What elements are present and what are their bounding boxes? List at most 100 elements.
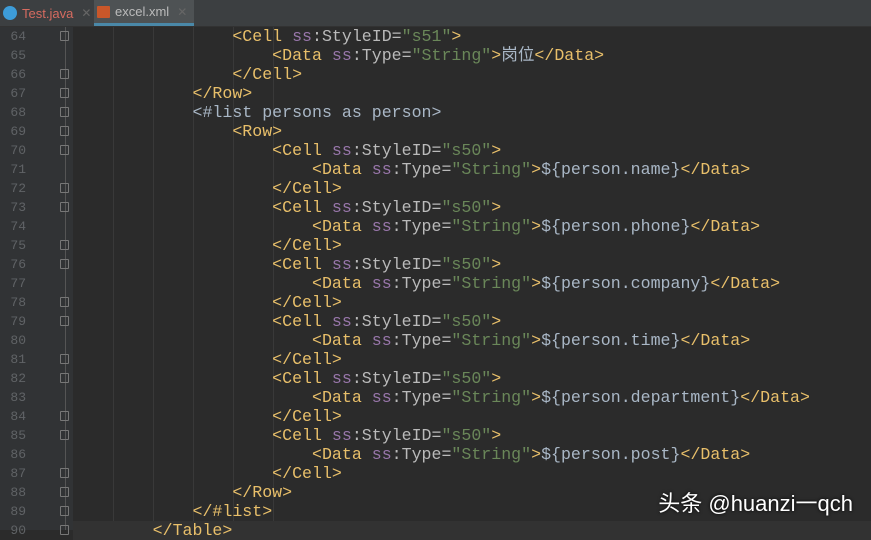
fold-marker-icon[interactable] <box>60 69 69 79</box>
code-text: </Cell> <box>73 293 342 312</box>
xml-file-icon <box>97 5 110 18</box>
fold-marker-icon[interactable] <box>60 354 69 364</box>
fold-marker-icon[interactable] <box>60 373 69 383</box>
code-line[interactable]: 72 </Cell> <box>0 179 871 198</box>
line-number: 85 <box>10 428 26 443</box>
line-number: 77 <box>10 276 26 291</box>
fold-marker-icon[interactable] <box>60 31 69 41</box>
token-tag: <Cell <box>272 198 332 217</box>
fold-marker-icon[interactable] <box>60 297 69 307</box>
fold-marker-icon[interactable] <box>60 126 69 136</box>
code-line[interactable]: 90 </Table> <box>0 521 871 540</box>
code-line[interactable]: 78 </Cell> <box>0 293 871 312</box>
code-line[interactable]: 86 <Data ss:Type="String">${person.post}… <box>0 445 871 464</box>
code-line[interactable]: 80 <Data ss:Type="String">${person.time}… <box>0 331 871 350</box>
token-tag: > <box>491 255 502 274</box>
token-tag: > <box>451 27 462 46</box>
token-an: ss <box>331 369 352 388</box>
line-number: 86 <box>10 447 26 462</box>
code-line[interactable]: 65 <Data ss:Type="String">岗位</Data> <box>0 46 871 65</box>
line-number: 90 <box>10 523 26 538</box>
fold-marker-icon[interactable] <box>60 145 69 155</box>
token-an: ss <box>292 27 312 46</box>
token-an: ss <box>331 141 352 160</box>
code-line[interactable]: 67 </Row> <box>0 84 871 103</box>
java-class-icon <box>3 6 17 20</box>
token-av: "s50" <box>441 369 492 388</box>
fold-marker-icon[interactable] <box>60 240 69 250</box>
fold-marker-icon[interactable] <box>60 259 69 269</box>
token-at: :StyleID= <box>351 426 442 445</box>
token-tag: </Cell> <box>272 464 342 483</box>
token-tag: <Data <box>312 331 372 350</box>
token-an: ss <box>371 331 392 350</box>
fold-marker-icon[interactable] <box>60 506 69 516</box>
code-line[interactable]: 70 <Cell ss:StyleID="s50"> <box>0 141 871 160</box>
code-line[interactable]: 87 </Cell> <box>0 464 871 483</box>
code-line[interactable]: 71 <Data ss:Type="String">${person.name}… <box>0 160 871 179</box>
token-at: :Type= <box>391 388 452 407</box>
code-line[interactable]: 82 <Cell ss:StyleID="s50"> <box>0 369 871 388</box>
watermark: 头条 @huanzi一qch <box>658 491 853 516</box>
token-tag: </#list> <box>192 502 273 521</box>
token-tag: <Cell <box>272 141 332 160</box>
code-text: <Data ss:Type="String">${person.name}</D… <box>73 160 750 179</box>
code-line[interactable]: 83 <Data ss:Type="String">${person.depar… <box>0 388 871 407</box>
close-tab-icon[interactable]: ✕ <box>177 5 187 19</box>
code-line[interactable]: 84 </Cell> <box>0 407 871 426</box>
fold-marker-icon[interactable] <box>60 316 69 326</box>
token-av: "s51" <box>401 27 452 46</box>
line-number: 84 <box>10 409 26 424</box>
code-text: <Cell ss:StyleID="s50"> <box>73 312 501 331</box>
code-line[interactable]: 68 <#list persons as person> <box>0 103 871 122</box>
token-tag: </Row> <box>232 483 293 502</box>
line-number: 79 <box>10 314 26 329</box>
code-line[interactable]: 85 <Cell ss:StyleID="s50"> <box>0 426 871 445</box>
fold-marker-icon[interactable] <box>60 430 69 440</box>
line-number: 73 <box>10 200 26 215</box>
code-line[interactable]: 75 </Cell> <box>0 236 871 255</box>
token-an: ss <box>331 312 352 331</box>
token-an: ss <box>371 445 392 464</box>
token-tag: <Data <box>312 160 372 179</box>
token-tag: <Cell <box>272 312 332 331</box>
code-line[interactable]: 76 <Cell ss:StyleID="s50"> <box>0 255 871 274</box>
token-tag: > <box>491 312 502 331</box>
code-line[interactable]: 69 <Row> <box>0 122 871 141</box>
code-text: </Cell> <box>73 350 342 369</box>
code-line[interactable]: 79 <Cell ss:StyleID="s50"> <box>0 312 871 331</box>
token-at: :StyleID= <box>351 198 442 217</box>
fold-marker-icon[interactable] <box>60 183 69 193</box>
token-tag: </Cell> <box>272 179 342 198</box>
code-line[interactable]: 74 <Data ss:Type="String">${person.phone… <box>0 217 871 236</box>
fold-marker-icon[interactable] <box>60 411 69 421</box>
token-av: "s50" <box>441 141 492 160</box>
fold-marker-icon[interactable] <box>60 202 69 212</box>
code-line[interactable]: 64 <Cell ss:StyleID="s51"> <box>0 27 871 46</box>
tab-label: Test.java <box>22 5 74 21</box>
tab-excel-xml[interactable]: excel.xml ✕ <box>94 0 194 26</box>
fold-marker-icon[interactable] <box>60 107 69 117</box>
close-tab-icon[interactable]: ✕ <box>81 6 91 20</box>
token-tag: > <box>531 160 542 179</box>
token-tag: </Data> <box>680 160 751 179</box>
code-line[interactable]: 66 </Cell> <box>0 65 871 84</box>
line-number: 78 <box>10 295 26 310</box>
code-line[interactable]: 81 </Cell> <box>0 350 871 369</box>
line-number: 88 <box>10 485 26 500</box>
code-text: <Row> <box>73 122 282 141</box>
fold-marker-icon[interactable] <box>60 487 69 497</box>
fold-marker-icon[interactable] <box>60 88 69 98</box>
token-tag: </Data> <box>710 274 781 293</box>
code-line[interactable]: 77 <Data ss:Type="String">${person.compa… <box>0 274 871 293</box>
token-tag: > <box>531 217 542 236</box>
token-at: :Type= <box>391 217 452 236</box>
fold-marker-icon[interactable] <box>60 525 69 535</box>
token-tag: <Data <box>312 217 372 236</box>
token-av: "String" <box>451 331 532 350</box>
token-av: "String" <box>451 217 532 236</box>
token-tag: > <box>491 141 502 160</box>
fold-marker-icon[interactable] <box>60 468 69 478</box>
tab-test-java[interactable]: Test.java ✕ <box>0 0 92 26</box>
code-line[interactable]: 73 <Cell ss:StyleID="s50"> <box>0 198 871 217</box>
